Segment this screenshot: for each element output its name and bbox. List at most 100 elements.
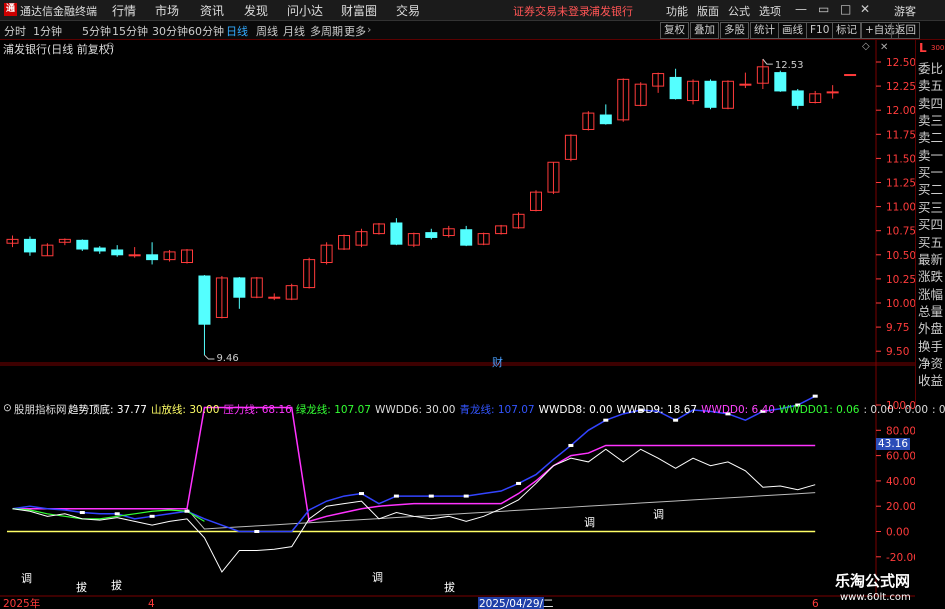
price-tick-label: 10.25 — [886, 274, 915, 286]
menu-fortune-circle[interactable]: 财富圈 — [341, 2, 377, 19]
tool-stats[interactable]: 统计 — [750, 22, 779, 39]
watermark-title: 乐淘公式网 — [835, 572, 911, 590]
menu-formula[interactable]: 公式 — [728, 3, 750, 19]
x-axis-label: 2025/04/29/二 — [479, 598, 554, 609]
price-tick-label: 10.75 — [886, 226, 915, 238]
period-5min[interactable]: 5分钟 — [82, 23, 111, 39]
login-warning[interactable]: 证券交易未登录 — [513, 3, 590, 19]
menu-discover[interactable]: 发现 — [244, 2, 268, 19]
menu-news[interactable]: 资讯 — [200, 2, 224, 19]
indicator-field: 绿龙线: 107.07 — [295, 404, 371, 416]
pressure-line — [12, 406, 816, 523]
trend-top-bottom-line — [12, 448, 816, 573]
current-value-tag: 43.16 — [876, 438, 911, 450]
indicator-name[interactable]: 股朋指标网 — [14, 402, 67, 417]
quote-field-label: 买五 — [918, 234, 944, 250]
period-1min[interactable]: 1分钟 — [33, 23, 62, 39]
chevron-right-icon[interactable]: › — [367, 23, 371, 36]
indicator-tick-label: 60.00 — [886, 451, 915, 463]
period-15min[interactable]: 15分钟 — [112, 23, 148, 39]
indicator-tick-label: 80.00 — [886, 425, 915, 437]
blue-line-marker — [516, 481, 522, 485]
period-monthly[interactable]: 月线 — [283, 23, 305, 39]
quote-field-label: 涨跌 — [918, 269, 944, 285]
quote-field-label: 换手 — [918, 338, 944, 354]
price-tick-label: 9.50 — [886, 346, 909, 358]
menu-function[interactable]: 功能 — [666, 3, 688, 19]
candle-body — [268, 296, 281, 299]
trend-line — [12, 492, 816, 530]
guest-user[interactable]: 游客 — [894, 3, 916, 19]
quote-field-label: 买三 — [918, 199, 944, 215]
indicator-field: 青龙线: 107.07 — [459, 404, 535, 416]
period-more[interactable]: 更多 — [344, 23, 366, 39]
period-daily[interactable]: 日线 — [226, 23, 248, 39]
kline-chart[interactable]: 12.50 12.25 12.00 11.75 11.50 11.25 11.00 10.75… — [0, 40, 915, 609]
tool-mark[interactable]: 标记 — [832, 22, 861, 39]
tool-back[interactable]: 返回 — [891, 22, 920, 39]
close-icon[interactable]: ✕ — [860, 2, 870, 16]
panel-top-label: L — [919, 41, 927, 55]
app-title: 通达信金融终端 — [20, 5, 97, 18]
price-tick-label: 11.75 — [886, 129, 915, 141]
menu-market[interactable]: 市场 — [155, 2, 179, 19]
price-tick-label: 10.50 — [886, 250, 915, 262]
period-60min[interactable]: 60分钟 — [188, 23, 224, 39]
candle-body — [93, 247, 106, 252]
blue-line-marker — [673, 418, 679, 422]
blue-line-marker — [428, 494, 434, 498]
signal-mark: 调 — [372, 571, 383, 584]
minimize-icon[interactable]: — — [795, 2, 807, 16]
candle-body — [76, 239, 89, 250]
blue-line-marker — [149, 514, 155, 518]
indicator-tick-label: 20.00 — [886, 501, 915, 513]
blue-line-marker — [393, 494, 399, 498]
candle-body — [774, 72, 787, 92]
quote-field-label: 收益 — [918, 373, 944, 389]
menu-layout[interactable]: 版面 — [697, 3, 719, 19]
tool-overlay[interactable]: 叠加 — [690, 22, 719, 39]
zoom-icon[interactable]: ◇ — [862, 41, 870, 52]
indicator-field: WWDD9: 18.67 — [616, 404, 698, 416]
candle-body — [669, 76, 682, 100]
main-chart-title: 浦发银行(日线 前复权) — [3, 43, 115, 56]
period-weekly[interactable]: 周线 — [256, 23, 278, 39]
x-axis-label: 2025年 — [3, 597, 40, 609]
price-tick-label: 9.75 — [886, 322, 909, 334]
maximize-icon[interactable]: □ — [840, 2, 851, 16]
menu-ask-xiaoda[interactable]: 问小达 — [287, 2, 323, 19]
menu-options[interactable]: 选项 — [759, 3, 781, 19]
chart-settings-icon[interactable]: ⊙ — [106, 41, 114, 52]
tool-multi-stock[interactable]: 多股 — [720, 22, 749, 39]
low-price-label: 9.46 — [216, 353, 238, 364]
panel-close-icon[interactable]: ✕ — [880, 42, 888, 53]
price-tick-label: 11.50 — [886, 153, 915, 165]
signal-mark: 调 — [584, 516, 595, 529]
tool-fq[interactable]: 复权 — [660, 22, 689, 39]
menu-quotes[interactable]: 行情 — [112, 2, 136, 19]
high-pointer — [762, 58, 773, 65]
finance-marker: 财 — [492, 355, 503, 369]
quote-field-label: 最新 — [918, 251, 944, 267]
watermark-url: www.60lt.com — [840, 592, 911, 603]
price-tick-label: 12.50 — [886, 57, 915, 69]
x-axis-label: 6 — [812, 598, 819, 609]
quote-field-label: 净资 — [918, 355, 944, 371]
indicator-tick-label: 40.00 — [886, 476, 915, 488]
period-multi[interactable]: 多周期 — [310, 23, 343, 39]
period-intraday[interactable]: 分时 — [4, 23, 26, 39]
indicator-field: WWDD6: 30.00 — [374, 404, 456, 416]
candle-body — [111, 249, 124, 256]
restore-icon[interactable]: ▭ — [818, 2, 829, 16]
candle-body — [425, 232, 438, 238]
quote-field-label: 卖一 — [918, 147, 944, 163]
blue-line-marker — [79, 511, 85, 515]
quote-field-label: 买四 — [918, 217, 944, 233]
tool-f10[interactable]: F10 — [806, 22, 834, 39]
period-30min[interactable]: 30分钟 — [152, 23, 188, 39]
indicator-settings-icon[interactable]: ⊙ — [3, 402, 12, 414]
quote-field-label: 外盘 — [918, 321, 944, 337]
menu-trade[interactable]: 交易 — [396, 2, 420, 19]
tool-draw[interactable]: 画线 — [778, 22, 807, 39]
signal-mark: 调 — [653, 508, 664, 521]
